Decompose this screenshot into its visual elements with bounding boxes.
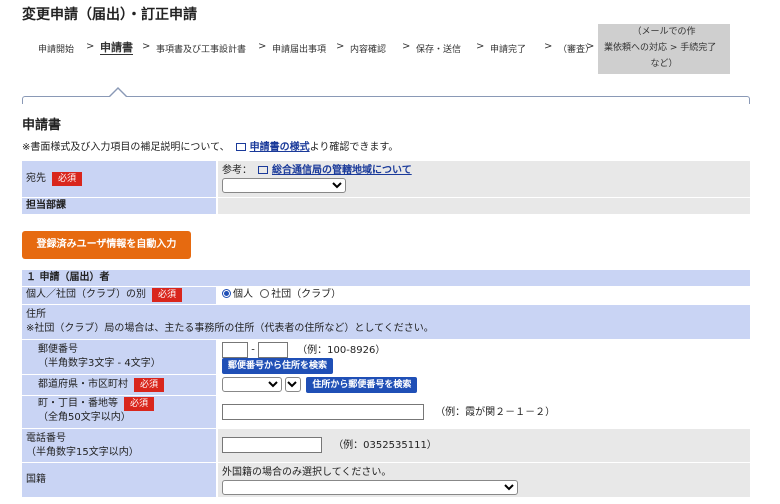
applicant-type-row: 個人／社団（クラブ）の別 必須 個人 社団（クラブ） <box>22 287 750 304</box>
required-badge: 必須 <box>134 378 165 392</box>
address-header: 住所 ※社団（クラブ）局の場合は、主たる事務所の住所（代表者の住所など）としてく… <box>22 305 750 339</box>
step-separator: > <box>544 41 553 52</box>
document-icon <box>258 166 268 174</box>
radio-club[interactable] <box>260 289 270 298</box>
section-note: ※書面様式及び入力項目の補足説明について、 申請書の様式より確認できます。 <box>22 142 399 153</box>
nationality-row: 国籍 外国籍の場合のみ選択してください。 <box>22 463 750 497</box>
step-save-send: 保存・送信 <box>416 45 462 55</box>
phone-label: 電話番号 <box>26 433 66 444</box>
dest-row: 宛先 必須 参考： 総合通信局の管轄地域について <box>22 161 750 197</box>
town-label: 町・丁目・番地等 <box>38 398 118 409</box>
pref-label: 都道府県・市区町村 <box>38 379 128 390</box>
town-row: 町・丁目・番地等 必須 （全角50文字以内） （例：霞が関２－１－２） <box>22 396 750 428</box>
required-badge: 必須 <box>152 288 183 302</box>
document-icon <box>235 143 246 151</box>
phone-input[interactable] <box>222 437 322 453</box>
step-application-current: 申請書 <box>100 41 133 54</box>
step-separator: > <box>142 41 151 52</box>
required-badge: 必須 <box>124 397 155 411</box>
step-items: 申請届出事項 <box>272 45 327 55</box>
postal-search-button[interactable]: 郵便番号から住所を検索 <box>222 358 334 374</box>
dept-row: 担当部課 <box>22 198 750 214</box>
step-mail-work: （メールでの作 業依頼への対応 > 手続完了 など） <box>598 24 730 74</box>
radio-individual[interactable] <box>222 289 231 298</box>
dest-select[interactable] <box>222 178 346 193</box>
autofill-button[interactable]: 登録済みユーザ情報を自動入力 <box>22 231 191 259</box>
pref-select[interactable] <box>222 377 282 392</box>
address-note: ※社団（クラブ）局の場合は、主たる事務所の住所（代表者の住所など）としてください… <box>26 323 434 334</box>
town-input[interactable] <box>222 404 424 420</box>
dept-value <box>218 198 750 214</box>
step-finish: 手続完了 <box>680 43 717 53</box>
step-complete: 申請完了 <box>490 45 527 55</box>
step-separator: > <box>402 41 411 52</box>
step-separator: > <box>336 41 345 52</box>
section-title: 申請書 <box>22 118 62 133</box>
section-divider <box>22 96 750 104</box>
jurisdiction-link[interactable]: 総合通信局の管轄地域について <box>272 165 412 176</box>
nationality-label: 国籍 <box>22 463 216 497</box>
form-template-link[interactable]: 申請書の様式 <box>250 142 310 153</box>
postal-input-1[interactable] <box>222 342 248 358</box>
applicant-type-label: 個人／社団（クラブ）の別 <box>26 289 146 300</box>
nationality-select[interactable] <box>222 480 518 495</box>
step-separator: > <box>258 41 267 52</box>
required-badge: 必須 <box>52 172 83 186</box>
dept-label: 担当部課 <box>22 198 216 214</box>
step-design: 事項書及び工事設計書 <box>156 45 247 55</box>
phone-row: 電話番号 （半角数字15文字以内） （例：0352535111） <box>22 429 750 462</box>
step-confirm: 内容確認 <box>350 45 387 55</box>
postal-input-2[interactable] <box>257 342 288 358</box>
page-title: 変更申請（届出）・訂正申請 <box>22 7 197 23</box>
step-separator: > <box>586 41 595 52</box>
city-select[interactable] <box>285 377 302 392</box>
postal-row: 郵便番号 （半角数字3文字 - 4文字） - （例：100-8926） 郵便番号… <box>22 340 750 374</box>
applicant-header: １ 申請（届出）者 <box>22 270 750 286</box>
address-search-button[interactable]: 住所から郵便番号を検索 <box>306 377 418 393</box>
dest-label: 宛先 <box>26 173 46 184</box>
step-separator: > <box>476 41 485 52</box>
step-separator: > <box>86 41 95 52</box>
step-start: 申請開始 <box>38 45 75 55</box>
step-indicator: 申請開始 > 申請書 > 事項書及び工事設計書 > 申請届出事項 > 内容確認 … <box>22 24 750 74</box>
postal-label: 郵便番号 <box>38 344 78 355</box>
pref-row: 都道府県・市区町村 必須 住所から郵便番号を検索 <box>22 375 750 395</box>
